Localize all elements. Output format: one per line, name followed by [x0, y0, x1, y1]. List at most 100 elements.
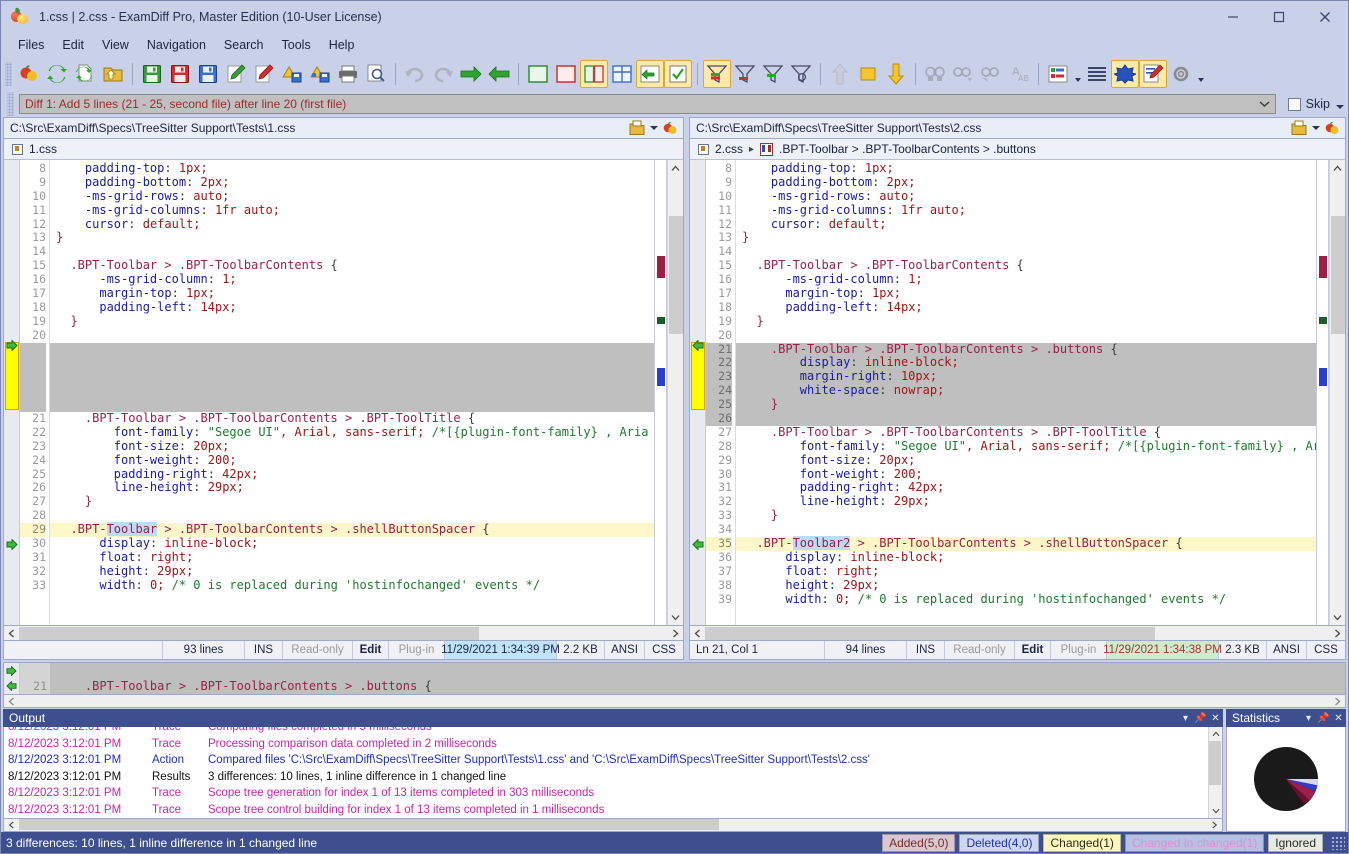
right-hscroll-track[interactable] — [705, 627, 1330, 640]
code-line[interactable]: font-weight: 200; — [50, 454, 654, 468]
settings-dropdown-icon[interactable] — [1195, 60, 1206, 88]
right-hscroll-thumb[interactable] — [705, 627, 1155, 640]
syntax-highlight-icon[interactable] — [1139, 60, 1167, 88]
left-insert-mode[interactable]: INS — [245, 641, 283, 659]
merge-save-icon[interactable] — [278, 60, 306, 88]
right-scroll-thumb[interactable] — [1331, 216, 1345, 334]
code-line[interactable]: height: 29px; — [736, 579, 1316, 593]
code-line[interactable]: width: 0; /* 0 is replaced during 'hosti… — [50, 579, 654, 593]
code-line[interactable]: width: 0; /* 0 is replaced during 'hosti… — [736, 593, 1316, 607]
scroll-down-icon[interactable] — [1330, 609, 1346, 625]
undo-icon[interactable] — [401, 60, 429, 88]
right-code-text[interactable]: padding-top: 1px; padding-bottom: 2px; -… — [736, 160, 1316, 625]
code-line[interactable]: .BPT-Toolbar > .BPT-ToolbarContents { — [50, 259, 654, 273]
log-row[interactable]: 8/12/2023 3:12:01 PMTraceScope tree gene… — [4, 785, 1208, 802]
left-file-path[interactable]: C:\Src\ExamDiff\Specs\TreeSitter Support… — [10, 121, 627, 135]
right-insert-mode[interactable]: INS — [907, 641, 945, 659]
line-numbers-icon[interactable] — [1083, 60, 1111, 88]
scroll-right-icon[interactable] — [1330, 695, 1345, 708]
output-vertical-scrollbar[interactable] — [1208, 727, 1222, 818]
log-row[interactable]: 8/12/2023 3:12:01 PMTraceProcessing comp… — [4, 736, 1208, 753]
match-case-icon[interactable]: A AB — [1005, 60, 1033, 88]
right-diff-arrow-1[interactable] — [692, 340, 704, 351]
save-blue-icon[interactable] — [194, 60, 222, 88]
settings-gear-icon[interactable] — [1167, 60, 1195, 88]
code-line[interactable]: float: right; — [736, 565, 1316, 579]
code-line[interactable]: padding-right: 42px; — [736, 481, 1316, 495]
code-line[interactable] — [50, 356, 654, 370]
pin-icon[interactable]: 📌 — [1193, 710, 1208, 726]
left-read-only[interactable]: Read-only — [283, 641, 353, 659]
view-two-pane-icon[interactable] — [580, 60, 608, 88]
code-line[interactable]: float: right; — [50, 551, 654, 565]
code-line[interactable] — [736, 245, 1316, 259]
left-code-text[interactable]: padding-top: 1px; padding-bottom: 2px; -… — [50, 160, 654, 625]
left-plugin[interactable]: Plug-in — [389, 641, 445, 659]
right-diff-arrow-2[interactable] — [692, 539, 704, 550]
right-read-only[interactable]: Read-only — [945, 641, 1015, 659]
code-line[interactable] — [50, 329, 654, 343]
scroll-right-icon[interactable] — [1207, 819, 1222, 832]
menu-help[interactable]: Help — [320, 35, 364, 55]
output-log-list[interactable]: 8/12/2023 3:12:01 PMTraceComparing files… — [4, 727, 1208, 818]
merge-save-alt-icon[interactable] — [306, 60, 334, 88]
left-vertical-scrollbar[interactable] — [667, 160, 683, 625]
filter-deleted-icon[interactable] — [731, 60, 759, 88]
code-line[interactable]: } — [736, 398, 1316, 412]
left-scroll-track[interactable] — [668, 176, 684, 609]
right-tab-label[interactable]: 2.css — [715, 142, 743, 156]
arrow-down-icon[interactable] — [882, 60, 910, 88]
right-plugin[interactable]: Plug-in — [1051, 641, 1107, 659]
menu-navigation[interactable]: Navigation — [138, 35, 215, 55]
code-line[interactable] — [50, 343, 654, 357]
code-line[interactable]: .BPT-Toolbar > .BPT-ToolbarContents > .s… — [50, 523, 654, 537]
code-line[interactable]: margin-top: 1px; — [736, 287, 1316, 301]
output-hscroll-thumb[interactable] — [19, 819, 719, 830]
diffbar-grip[interactable] — [7, 92, 14, 116]
right-vertical-scrollbar[interactable] — [1329, 160, 1345, 625]
code-line[interactable]: .BPT-Toolbar > .BPT-ToolbarContents > .B… — [736, 426, 1316, 440]
find-next-icon[interactable] — [949, 60, 977, 88]
print-preview-icon[interactable] — [362, 60, 390, 88]
code-line[interactable]: line-height: 29px; — [736, 495, 1316, 509]
recompare-icon[interactable] — [43, 60, 71, 88]
save-file-icon[interactable] — [627, 120, 647, 136]
right-breadcrumb-scope[interactable]: .BPT-Toolbar > .BPT-ToolbarContents > .b… — [779, 142, 1036, 156]
scroll-left-icon[interactable] — [4, 819, 19, 832]
code-line[interactable]: -ms-grid-column: 1; — [736, 273, 1316, 287]
menu-search[interactable]: Search — [215, 35, 273, 55]
right-syntax[interactable]: CSS — [1307, 641, 1345, 659]
code-line[interactable]: font-weight: 200; — [736, 468, 1316, 482]
code-line[interactable]: } — [50, 231, 654, 245]
scroll-down-icon[interactable] — [668, 609, 684, 625]
right-path-dropdown-icon[interactable] — [1309, 126, 1322, 130]
current-diff-icon[interactable] — [854, 60, 882, 88]
toolbar-grip[interactable] — [5, 62, 12, 86]
code-line[interactable]: line-height: 29px; — [50, 481, 654, 495]
right-diff-map[interactable] — [1316, 160, 1329, 625]
right-horizontal-scrollbar[interactable] — [689, 626, 1346, 641]
resize-grip-icon[interactable] — [1331, 836, 1345, 850]
code-line[interactable] — [50, 384, 654, 398]
skip-checkbox[interactable] — [1288, 98, 1301, 111]
menu-files[interactable]: Files — [9, 35, 53, 55]
save-file-icon[interactable] — [1289, 120, 1309, 136]
scope-hscroll-track[interactable] — [19, 695, 1330, 708]
right-edit-mode[interactable]: Edit — [1015, 641, 1051, 659]
right-encoding[interactable]: ANSI — [1267, 641, 1307, 659]
scroll-left-icon[interactable] — [690, 627, 705, 640]
left-encoding[interactable]: ANSI — [605, 641, 645, 659]
close-button[interactable] — [1302, 1, 1348, 33]
code-line[interactable]: margin-top: 1px; — [50, 287, 654, 301]
chevron-down-icon[interactable]: ▾ — [1301, 710, 1316, 726]
find-prev-icon[interactable] — [977, 60, 1005, 88]
scroll-left-icon[interactable] — [4, 695, 19, 708]
left-diff-arrow-1[interactable] — [6, 340, 18, 351]
view-red-pane-icon[interactable] — [552, 60, 580, 88]
code-line[interactable]: padding-left: 14px; — [50, 301, 654, 315]
code-line[interactable]: font-family: "Segoe UI", Arial, sans-ser… — [50, 426, 654, 440]
right-app-icon[interactable] — [1322, 120, 1342, 136]
menu-view[interactable]: View — [93, 35, 138, 55]
right-diff-gutter[interactable] — [690, 160, 706, 625]
code-line[interactable]: } — [50, 495, 654, 509]
